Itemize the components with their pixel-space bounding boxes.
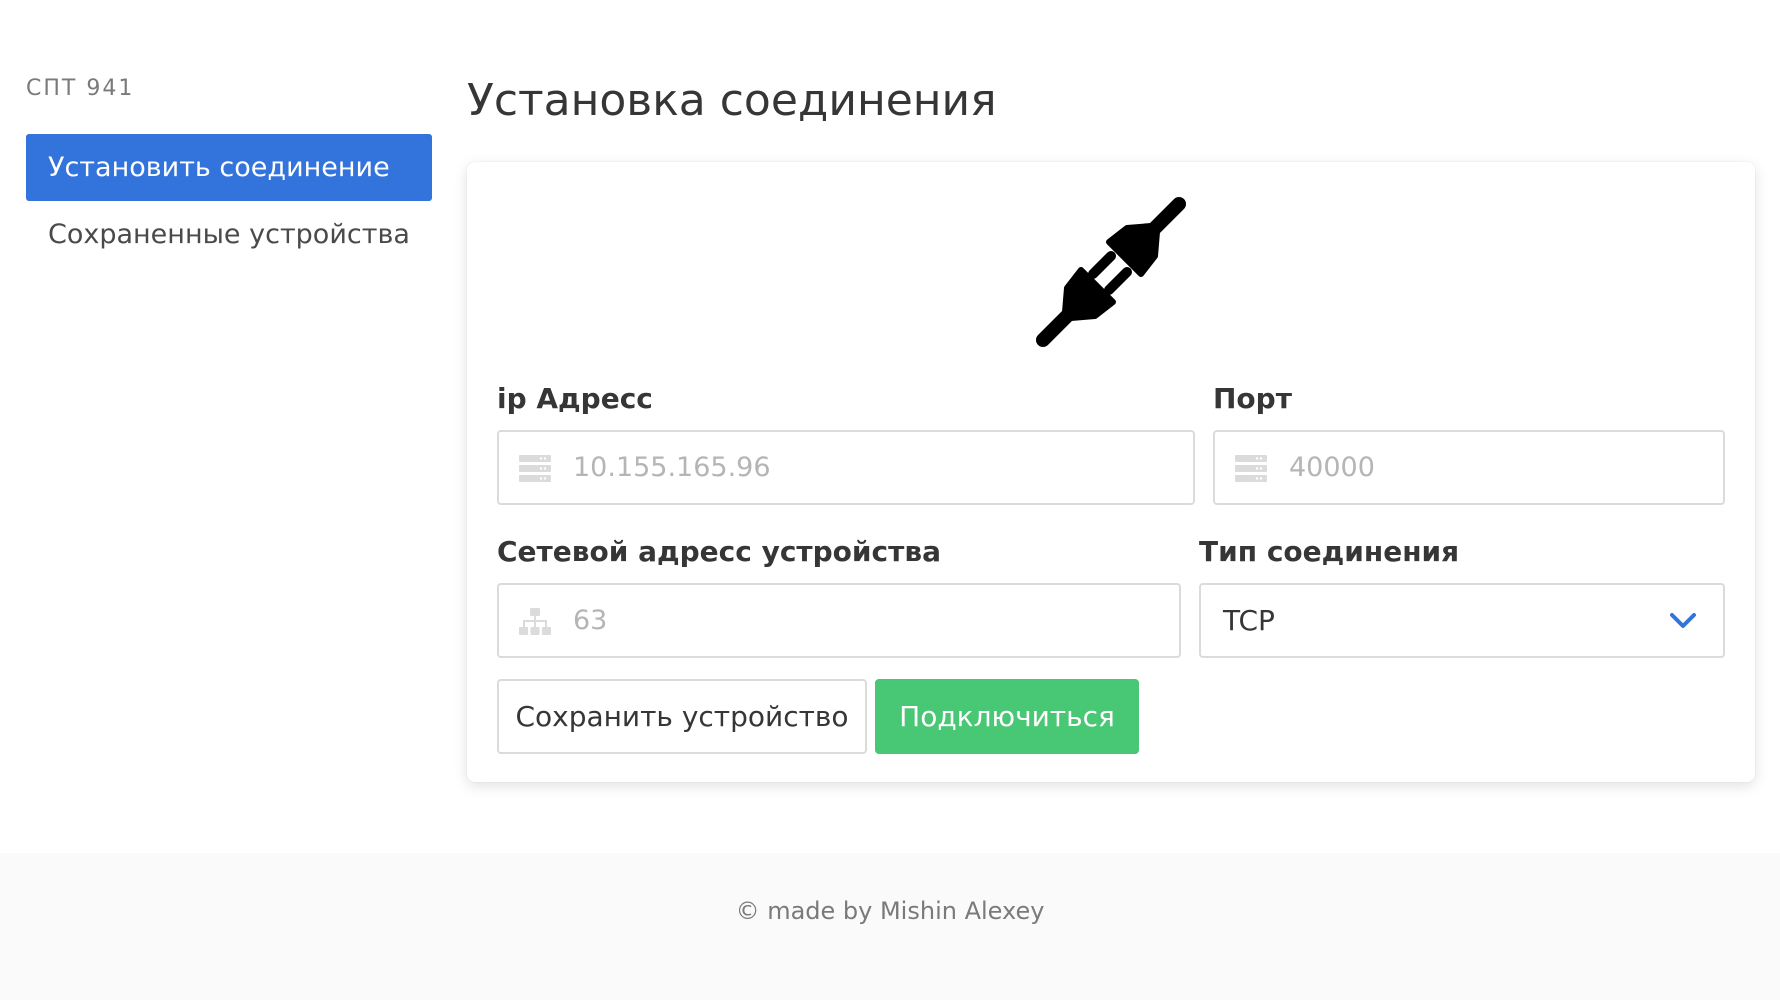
port-input[interactable] [1215, 432, 1723, 503]
ip-address-label: ip Адресс [497, 382, 653, 415]
footer: © made by Mishin Alexey [0, 853, 1780, 1000]
port-field[interactable] [1213, 430, 1725, 505]
sitemap-icon [519, 608, 551, 635]
sidebar: СПТ 941 Установить соединение Сохраненны… [26, 72, 432, 268]
sidebar-item-connect[interactable]: Установить соединение [26, 134, 432, 201]
network-address-label: Сетевой адресс устройства [497, 535, 941, 568]
ip-address-field[interactable] [497, 430, 1195, 505]
page-title: Установка соединения [467, 75, 997, 126]
plug-icon [1036, 197, 1186, 347]
page: СПТ 941 Установить соединение Сохраненны… [0, 0, 1780, 853]
footer-credit: © made by Mishin Alexey [735, 897, 1045, 925]
port-label: Порт [1213, 382, 1292, 415]
chevron-down-icon [1670, 613, 1696, 628]
save-device-button[interactable]: Сохранить устройство [497, 679, 867, 754]
network-address-field[interactable] [497, 583, 1181, 658]
sidebar-menu: Установить соединение Сохраненные устрой… [26, 134, 432, 268]
main-content: Установка соединения ip Адресс 10.155.16… [467, 60, 1755, 782]
sidebar-item-saved-devices[interactable]: Сохраненные устройства [26, 201, 432, 268]
sidebar-menu-label: СПТ 941 [26, 76, 135, 101]
connection-type-label: Тип соединения [1199, 535, 1460, 568]
connection-type-value: TCP [1223, 604, 1275, 637]
connection-type-select[interactable]: TCP [1199, 583, 1725, 658]
server-icon [1235, 455, 1267, 482]
server-icon [519, 455, 551, 482]
ip-address-input[interactable] [499, 432, 1193, 503]
connect-button[interactable]: Подключиться [875, 679, 1139, 754]
network-address-input[interactable] [499, 585, 1179, 656]
connection-card: ip Адресс Порт [467, 162, 1755, 782]
